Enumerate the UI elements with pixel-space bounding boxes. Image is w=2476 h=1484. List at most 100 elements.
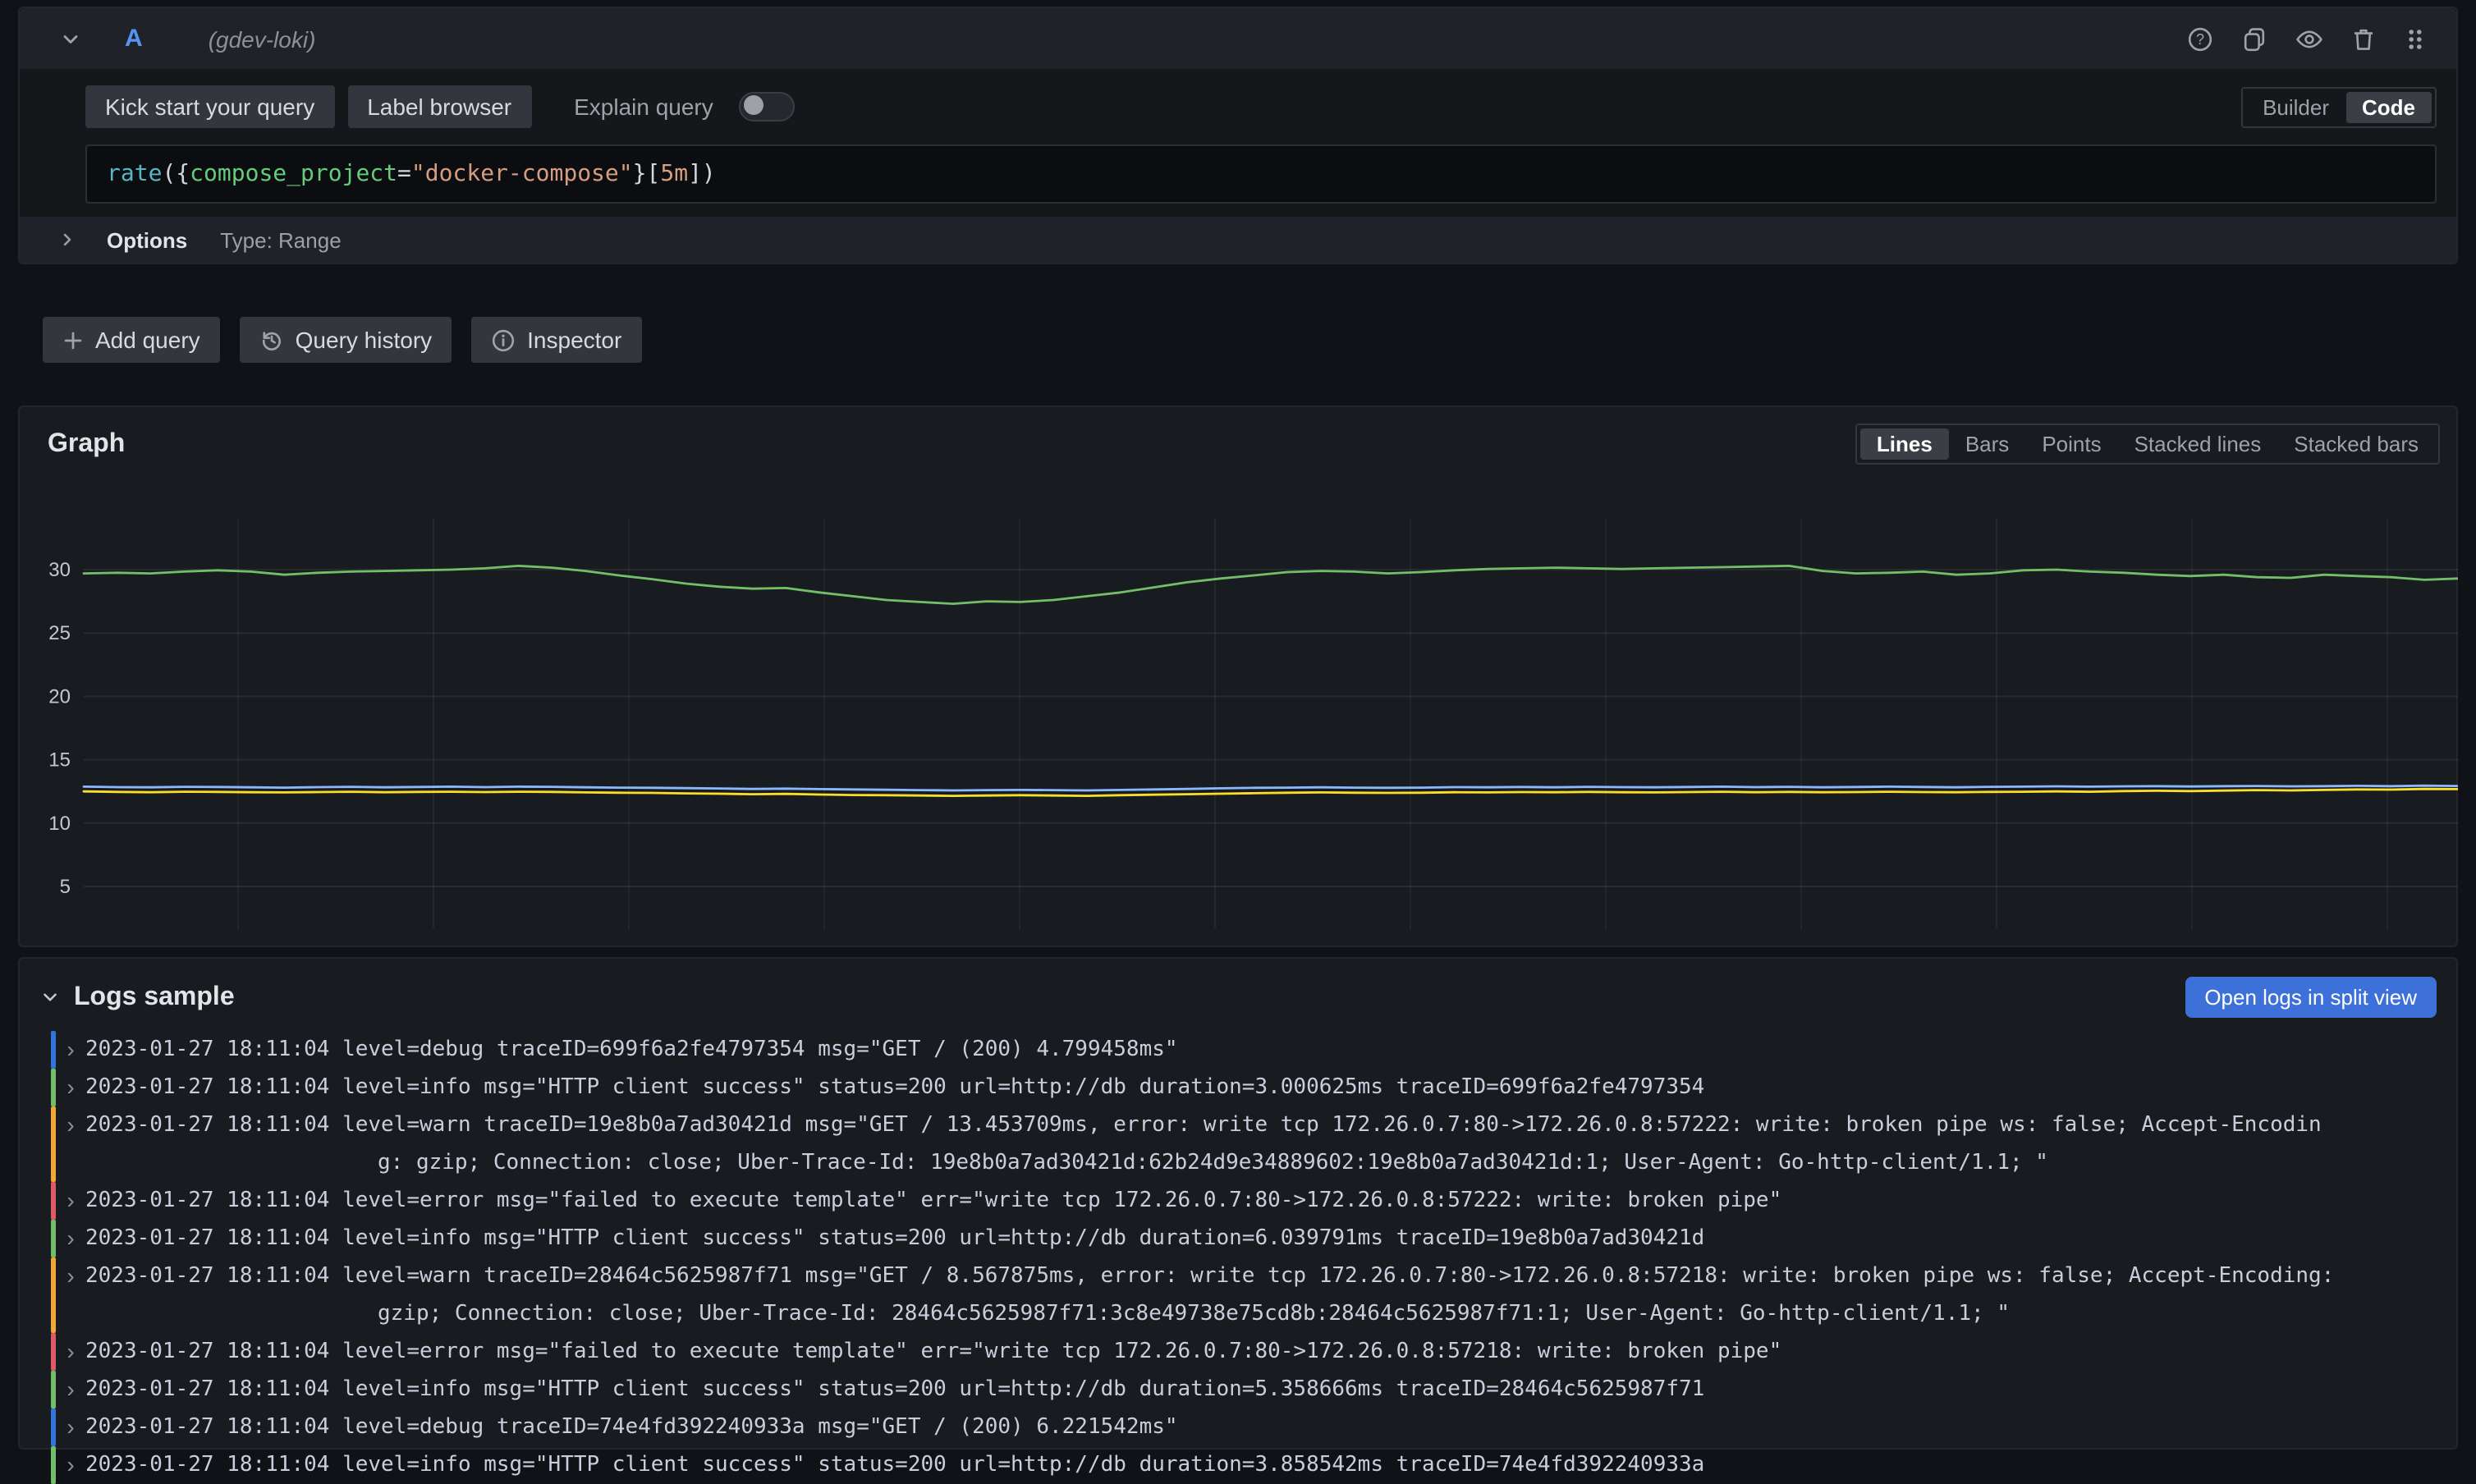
log-line: g: gzip; Connection: close; Uber-Trace-I… bbox=[85, 1144, 2456, 1182]
expand-chevron-icon[interactable]: › bbox=[61, 1333, 80, 1371]
log-level-bar bbox=[51, 1408, 56, 1446]
open-logs-split-button[interactable]: Open logs in split view bbox=[2185, 977, 2437, 1018]
log-line: 2023-01-27 18:11:04 level=warn traceID=1… bbox=[85, 1106, 2456, 1144]
log-level-bar bbox=[51, 1446, 56, 1484]
log-line: 2023-01-27 18:11:04 level=error msg="fai… bbox=[85, 1333, 2456, 1371]
graph-mode-stacked-lines[interactable]: Stacked lines bbox=[2118, 428, 2278, 460]
log-text: 2023-01-27 18:11:04 level=info msg="HTTP… bbox=[85, 1446, 2456, 1484]
query-toolbar: Kick start your query Label browser Expl… bbox=[85, 85, 2437, 128]
query-token-punct: }[ bbox=[633, 161, 661, 187]
expand-chevron-icon[interactable]: › bbox=[61, 1257, 80, 1333]
log-text: 2023-01-27 18:11:04 level=debug traceID=… bbox=[85, 1408, 2456, 1446]
log-text: 2023-01-27 18:11:04 level=error msg="fai… bbox=[85, 1333, 2456, 1371]
builder-mode-button[interactable]: Builder bbox=[2246, 91, 2345, 122]
log-row[interactable]: ›2023-01-27 18:11:04 level=info msg="HTT… bbox=[20, 1220, 2456, 1257]
log-row[interactable]: ›2023-01-27 18:11:04 level=warn traceID=… bbox=[20, 1106, 2456, 1182]
series-line-green-series bbox=[84, 566, 2458, 603]
graph-panel: Graph Lines Bars Points Stacked lines St… bbox=[18, 405, 2458, 947]
explain-query-toggle[interactable] bbox=[740, 92, 796, 121]
query-token-string: "docker-compose" bbox=[411, 161, 633, 187]
expand-chevron-icon[interactable]: › bbox=[61, 1031, 80, 1069]
query-token-duration: 5m bbox=[660, 161, 688, 187]
log-text: 2023-01-27 18:11:04 level=info msg="HTTP… bbox=[85, 1069, 2456, 1106]
expand-chevron-icon[interactable]: › bbox=[61, 1220, 80, 1257]
log-line: gzip; Connection: close; Uber-Trace-Id: … bbox=[85, 1295, 2456, 1333]
log-level-bar bbox=[51, 1031, 56, 1069]
graph-mode-lines[interactable]: Lines bbox=[1860, 428, 1949, 460]
query-ref-id[interactable]: A bbox=[125, 25, 143, 53]
series-line-yellow-series bbox=[84, 789, 2458, 795]
log-row[interactable]: ›2023-01-27 18:11:04 level=error msg="fa… bbox=[20, 1182, 2456, 1220]
log-text: 2023-01-27 18:11:04 level=debug traceID=… bbox=[85, 1031, 2456, 1069]
history-icon bbox=[259, 327, 284, 352]
svg-text:?: ? bbox=[2196, 30, 2204, 47]
expand-chevron-icon[interactable]: › bbox=[61, 1182, 80, 1220]
log-level-bar bbox=[51, 1069, 56, 1106]
logs-panel-header: Logs sample Open logs in split view bbox=[20, 959, 2456, 1024]
drag-handle-icon[interactable] bbox=[2404, 25, 2427, 52]
inspector-label: Inspector bbox=[527, 327, 621, 353]
label-browser-button[interactable]: Label browser bbox=[347, 85, 531, 128]
expand-chevron-icon[interactable]: › bbox=[61, 1371, 80, 1408]
explain-query-label: Explain query bbox=[574, 94, 713, 120]
log-text: 2023-01-27 18:11:04 level=warn traceID=1… bbox=[85, 1106, 2456, 1182]
chevron-down-icon[interactable] bbox=[39, 987, 61, 1008]
add-query-label: Add query bbox=[95, 327, 200, 353]
inspector-button[interactable]: Inspector bbox=[471, 317, 641, 363]
toggle-knob bbox=[745, 95, 764, 115]
query-history-label: Query history bbox=[296, 327, 433, 353]
graph-mode-points[interactable]: Points bbox=[2025, 428, 2117, 460]
graph-panel-title: Graph bbox=[48, 429, 125, 459]
trash-icon[interactable] bbox=[2351, 25, 2376, 52]
log-row[interactable]: ›2023-01-27 18:11:04 level=debug traceID… bbox=[20, 1408, 2456, 1446]
graph-mode-stacked-bars[interactable]: Stacked bars bbox=[2277, 428, 2435, 460]
query-editor-body: Kick start your query Label browser Expl… bbox=[20, 85, 2456, 204]
y-axis-tick-label: 5 bbox=[60, 876, 71, 898]
query-token-function: rate bbox=[107, 161, 162, 187]
expand-chevron-icon[interactable]: › bbox=[61, 1408, 80, 1446]
log-row[interactable]: ›2023-01-27 18:11:04 level=info msg="HTT… bbox=[20, 1446, 2456, 1484]
plus-icon bbox=[62, 329, 84, 350]
query-history-button[interactable]: Query history bbox=[240, 317, 452, 363]
log-level-bar bbox=[51, 1257, 56, 1333]
log-row[interactable]: ›2023-01-27 18:11:04 level=info msg="HTT… bbox=[20, 1069, 2456, 1106]
log-line: 2023-01-27 18:11:04 level=info msg="HTTP… bbox=[85, 1446, 2456, 1484]
logs-sample-panel: Logs sample Open logs in split view ›202… bbox=[18, 957, 2458, 1450]
query-row-actions: ? bbox=[2187, 25, 2427, 52]
add-query-button[interactable]: Add query bbox=[43, 317, 220, 363]
graph-canvas[interactable]: 51015202530 bbox=[33, 519, 2458, 929]
query-options-row[interactable]: Options Type: Range bbox=[20, 217, 2456, 263]
log-line: 2023-01-27 18:11:04 level=debug traceID=… bbox=[85, 1031, 2456, 1069]
y-axis-tick-label: 30 bbox=[48, 559, 71, 581]
log-row[interactable]: ›2023-01-27 18:11:04 level=debug traceID… bbox=[20, 1031, 2456, 1069]
query-code-input[interactable]: rate({compose_project="docker-compose"}[… bbox=[85, 144, 2437, 204]
log-row[interactable]: ›2023-01-27 18:11:04 level=info msg="HTT… bbox=[20, 1371, 2456, 1408]
y-axis-tick-label: 15 bbox=[48, 749, 71, 772]
query-row-header: A (gdev-loki) ? bbox=[20, 8, 2456, 69]
expand-chevron-icon[interactable]: › bbox=[61, 1446, 80, 1484]
info-icon bbox=[491, 327, 516, 352]
query-token-punct: ({ bbox=[162, 161, 190, 187]
series-line-blue-series bbox=[84, 786, 2458, 790]
expand-chevron-icon[interactable]: › bbox=[61, 1069, 80, 1106]
log-line: 2023-01-27 18:11:04 level=debug traceID=… bbox=[85, 1408, 2456, 1446]
code-mode-button[interactable]: Code bbox=[2345, 91, 2432, 122]
log-row[interactable]: ›2023-01-27 18:11:04 level=error msg="fa… bbox=[20, 1333, 2456, 1371]
datasource-name: (gdev-loki) bbox=[209, 25, 316, 52]
expand-chevron-icon[interactable]: › bbox=[61, 1106, 80, 1182]
chevron-down-icon[interactable] bbox=[59, 27, 82, 50]
log-line: 2023-01-27 18:11:04 level=info msg="HTTP… bbox=[85, 1069, 2456, 1106]
copy-icon[interactable] bbox=[2241, 25, 2267, 52]
kick-start-query-button[interactable]: Kick start your query bbox=[85, 85, 334, 128]
query-editor-panel: A (gdev-loki) ? bbox=[18, 7, 2458, 264]
graph-style-switch: Lines Bars Points Stacked lines Stacked … bbox=[1855, 424, 2440, 465]
explore-actions: Add query Query history Inspector bbox=[43, 317, 641, 363]
log-level-bar bbox=[51, 1106, 56, 1182]
help-icon[interactable]: ? bbox=[2187, 25, 2213, 52]
log-level-bar bbox=[51, 1371, 56, 1408]
log-level-bar bbox=[51, 1182, 56, 1220]
eye-icon[interactable] bbox=[2295, 25, 2323, 52]
log-line: 2023-01-27 18:11:04 level=info msg="HTTP… bbox=[85, 1371, 2456, 1408]
graph-mode-bars[interactable]: Bars bbox=[1949, 428, 2025, 460]
log-row[interactable]: ›2023-01-27 18:11:04 level=warn traceID=… bbox=[20, 1257, 2456, 1333]
